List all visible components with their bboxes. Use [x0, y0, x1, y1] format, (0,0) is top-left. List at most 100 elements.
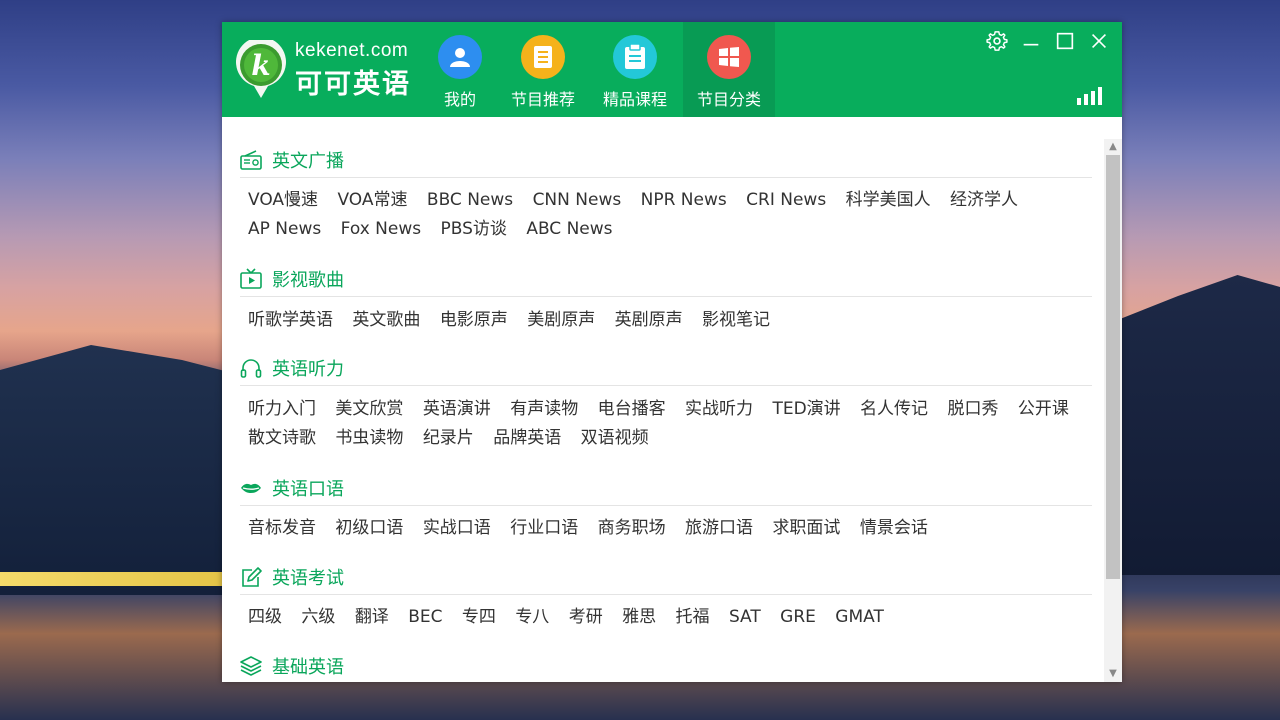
- category-link[interactable]: 托福: [676, 607, 710, 627]
- section-header-listening: 英语听力: [240, 349, 1092, 386]
- category-link[interactable]: 六级: [301, 607, 335, 627]
- svg-text:k: k: [251, 49, 270, 82]
- category-link[interactable]: 有声读物: [510, 399, 578, 419]
- tab-categories[interactable]: 节目分类: [683, 22, 775, 117]
- category-link[interactable]: 英文歌曲: [352, 310, 420, 330]
- category-link[interactable]: VOA常速: [337, 190, 407, 210]
- category-link[interactable]: 名人传记: [860, 399, 928, 419]
- category-link[interactable]: 实战听力: [685, 399, 753, 419]
- minimize-icon[interactable]: [1020, 30, 1042, 52]
- tab-recommended[interactable]: 节目推荐: [497, 22, 589, 117]
- category-link[interactable]: 听歌学英语: [248, 310, 333, 330]
- scroll-thumb[interactable]: [1106, 155, 1120, 579]
- scroll-up-icon[interactable]: ▲: [1104, 139, 1122, 155]
- category-link[interactable]: 电影原声: [440, 310, 508, 330]
- headphones-icon: [240, 359, 262, 378]
- category-link[interactable]: 经济学人: [950, 190, 1018, 210]
- tv-icon: [240, 268, 262, 289]
- edit-icon: [242, 567, 262, 587]
- category-link[interactable]: SAT: [729, 607, 761, 627]
- category-link[interactable]: Fox News: [341, 219, 421, 239]
- background-dock: [0, 572, 225, 586]
- category-link[interactable]: TED演讲: [772, 399, 840, 419]
- background-hill-left: [0, 345, 260, 595]
- category-link[interactable]: 专八: [515, 607, 549, 627]
- category-link[interactable]: 听力入门: [248, 399, 316, 419]
- section-header-broadcast: 英文广播: [240, 141, 1092, 178]
- scroll-down-icon[interactable]: ▼: [1104, 666, 1122, 682]
- category-link[interactable]: 商务职场: [598, 518, 666, 538]
- category-link[interactable]: 美剧原声: [527, 310, 595, 330]
- gear-icon[interactable]: [986, 30, 1008, 52]
- tab-label: 节目推荐: [510, 90, 575, 109]
- category-link[interactable]: 音标发音: [248, 518, 316, 538]
- user-icon: [438, 35, 482, 79]
- section-header-basic: 基础英语: [240, 647, 1092, 682]
- section-items-speaking: 音标发音 初级口语 实战口语 行业口语 商务职场 旅游口语 求职面试 情景会话: [248, 514, 1088, 543]
- lips-icon: [241, 483, 261, 493]
- category-link[interactable]: 考研: [569, 607, 603, 627]
- category-link[interactable]: 情景会话: [860, 518, 928, 538]
- category-link[interactable]: 四级: [248, 607, 282, 627]
- maximize-icon[interactable]: [1054, 30, 1076, 52]
- category-link[interactable]: 翻译: [355, 607, 389, 627]
- category-list: 英文广播 VOA慢速 VOA常速 BBC News CNN News NPR N…: [222, 117, 1104, 682]
- section-title: 英语考试: [272, 568, 344, 589]
- close-icon[interactable]: [1088, 30, 1110, 52]
- list-icon: [521, 35, 565, 79]
- category-link[interactable]: CRI News: [746, 190, 826, 210]
- category-link[interactable]: 品牌英语: [493, 428, 561, 448]
- category-link[interactable]: 美文欣赏: [335, 399, 403, 419]
- category-link[interactable]: 行业口语: [510, 518, 578, 538]
- tab-label: 节目分类: [696, 90, 761, 109]
- category-link[interactable]: 雅思: [622, 607, 656, 627]
- category-link[interactable]: 英剧原声: [615, 310, 683, 330]
- category-link[interactable]: 双语视频: [581, 428, 649, 448]
- windows-grid-icon: [707, 35, 751, 79]
- category-link[interactable]: 公开课: [1018, 399, 1069, 419]
- section-title: 基础英语: [272, 657, 344, 678]
- section-header-film-music: 影视歌曲: [240, 260, 1092, 297]
- category-link[interactable]: 电台播客: [598, 399, 666, 419]
- category-link[interactable]: 书虫读物: [335, 428, 403, 448]
- category-link[interactable]: BEC: [408, 607, 442, 627]
- logo-text-en: kekenet.com: [295, 40, 409, 61]
- category-link[interactable]: 脱口秀: [947, 399, 998, 419]
- section-items-broadcast: VOA慢速 VOA常速 BBC News CNN News NPR News C…: [248, 186, 1088, 244]
- section-title: 影视歌曲: [272, 270, 344, 291]
- category-link[interactable]: NPR News: [641, 190, 727, 210]
- category-link[interactable]: 纪录片: [423, 428, 474, 448]
- category-link[interactable]: 初级口语: [335, 518, 403, 538]
- category-link[interactable]: ABC News: [526, 219, 612, 239]
- category-link[interactable]: PBS访谈: [441, 219, 507, 239]
- category-link[interactable]: GMAT: [835, 607, 884, 627]
- app-window: k kekenet.com 可可英语 我的 节目推荐 精品课程 节目分类 英文广…: [222, 22, 1122, 682]
- kekenet-logo-icon: k: [236, 40, 286, 98]
- category-link[interactable]: 旅游口语: [685, 518, 753, 538]
- section-items-exams: 四级 六级 翻译 BEC 专四 专八 考研 雅思 托福 SAT GRE GMAT: [248, 603, 1088, 632]
- title-bar: k kekenet.com 可可英语 我的 节目推荐 精品课程 节目分类: [222, 22, 1122, 117]
- category-link[interactable]: 影视笔记: [702, 310, 770, 330]
- tab-my[interactable]: 我的: [414, 22, 506, 117]
- category-link[interactable]: 英语演讲: [423, 399, 491, 419]
- category-link[interactable]: 专四: [462, 607, 496, 627]
- category-link[interactable]: 实战口语: [423, 518, 491, 538]
- category-link[interactable]: 求职面试: [772, 518, 840, 538]
- clipboard-icon: [613, 35, 657, 79]
- section-items-listening: 听力入门 美文欣赏 英语演讲 有声读物 电台播客 实战听力 TED演讲 名人传记…: [248, 395, 1088, 453]
- category-link[interactable]: VOA慢速: [248, 190, 318, 210]
- radio-icon: [240, 150, 262, 170]
- vertical-scrollbar[interactable]: ▲ ▼: [1104, 139, 1122, 682]
- category-link[interactable]: GRE: [780, 607, 816, 627]
- category-link[interactable]: BBC News: [427, 190, 513, 210]
- category-link[interactable]: 科学美国人: [846, 190, 931, 210]
- category-link[interactable]: CNN News: [533, 190, 622, 210]
- category-link[interactable]: 散文诗歌: [248, 428, 316, 448]
- logo-text-zh: 可可英语: [295, 69, 411, 100]
- section-title: 英语听力: [272, 359, 344, 380]
- category-link[interactable]: AP News: [248, 219, 321, 239]
- tab-label: 精品课程: [602, 90, 667, 109]
- section-header-speaking: 英语口语: [240, 469, 1092, 506]
- tab-courses[interactable]: 精品课程: [589, 22, 681, 117]
- signal-strength-icon: [1077, 87, 1102, 105]
